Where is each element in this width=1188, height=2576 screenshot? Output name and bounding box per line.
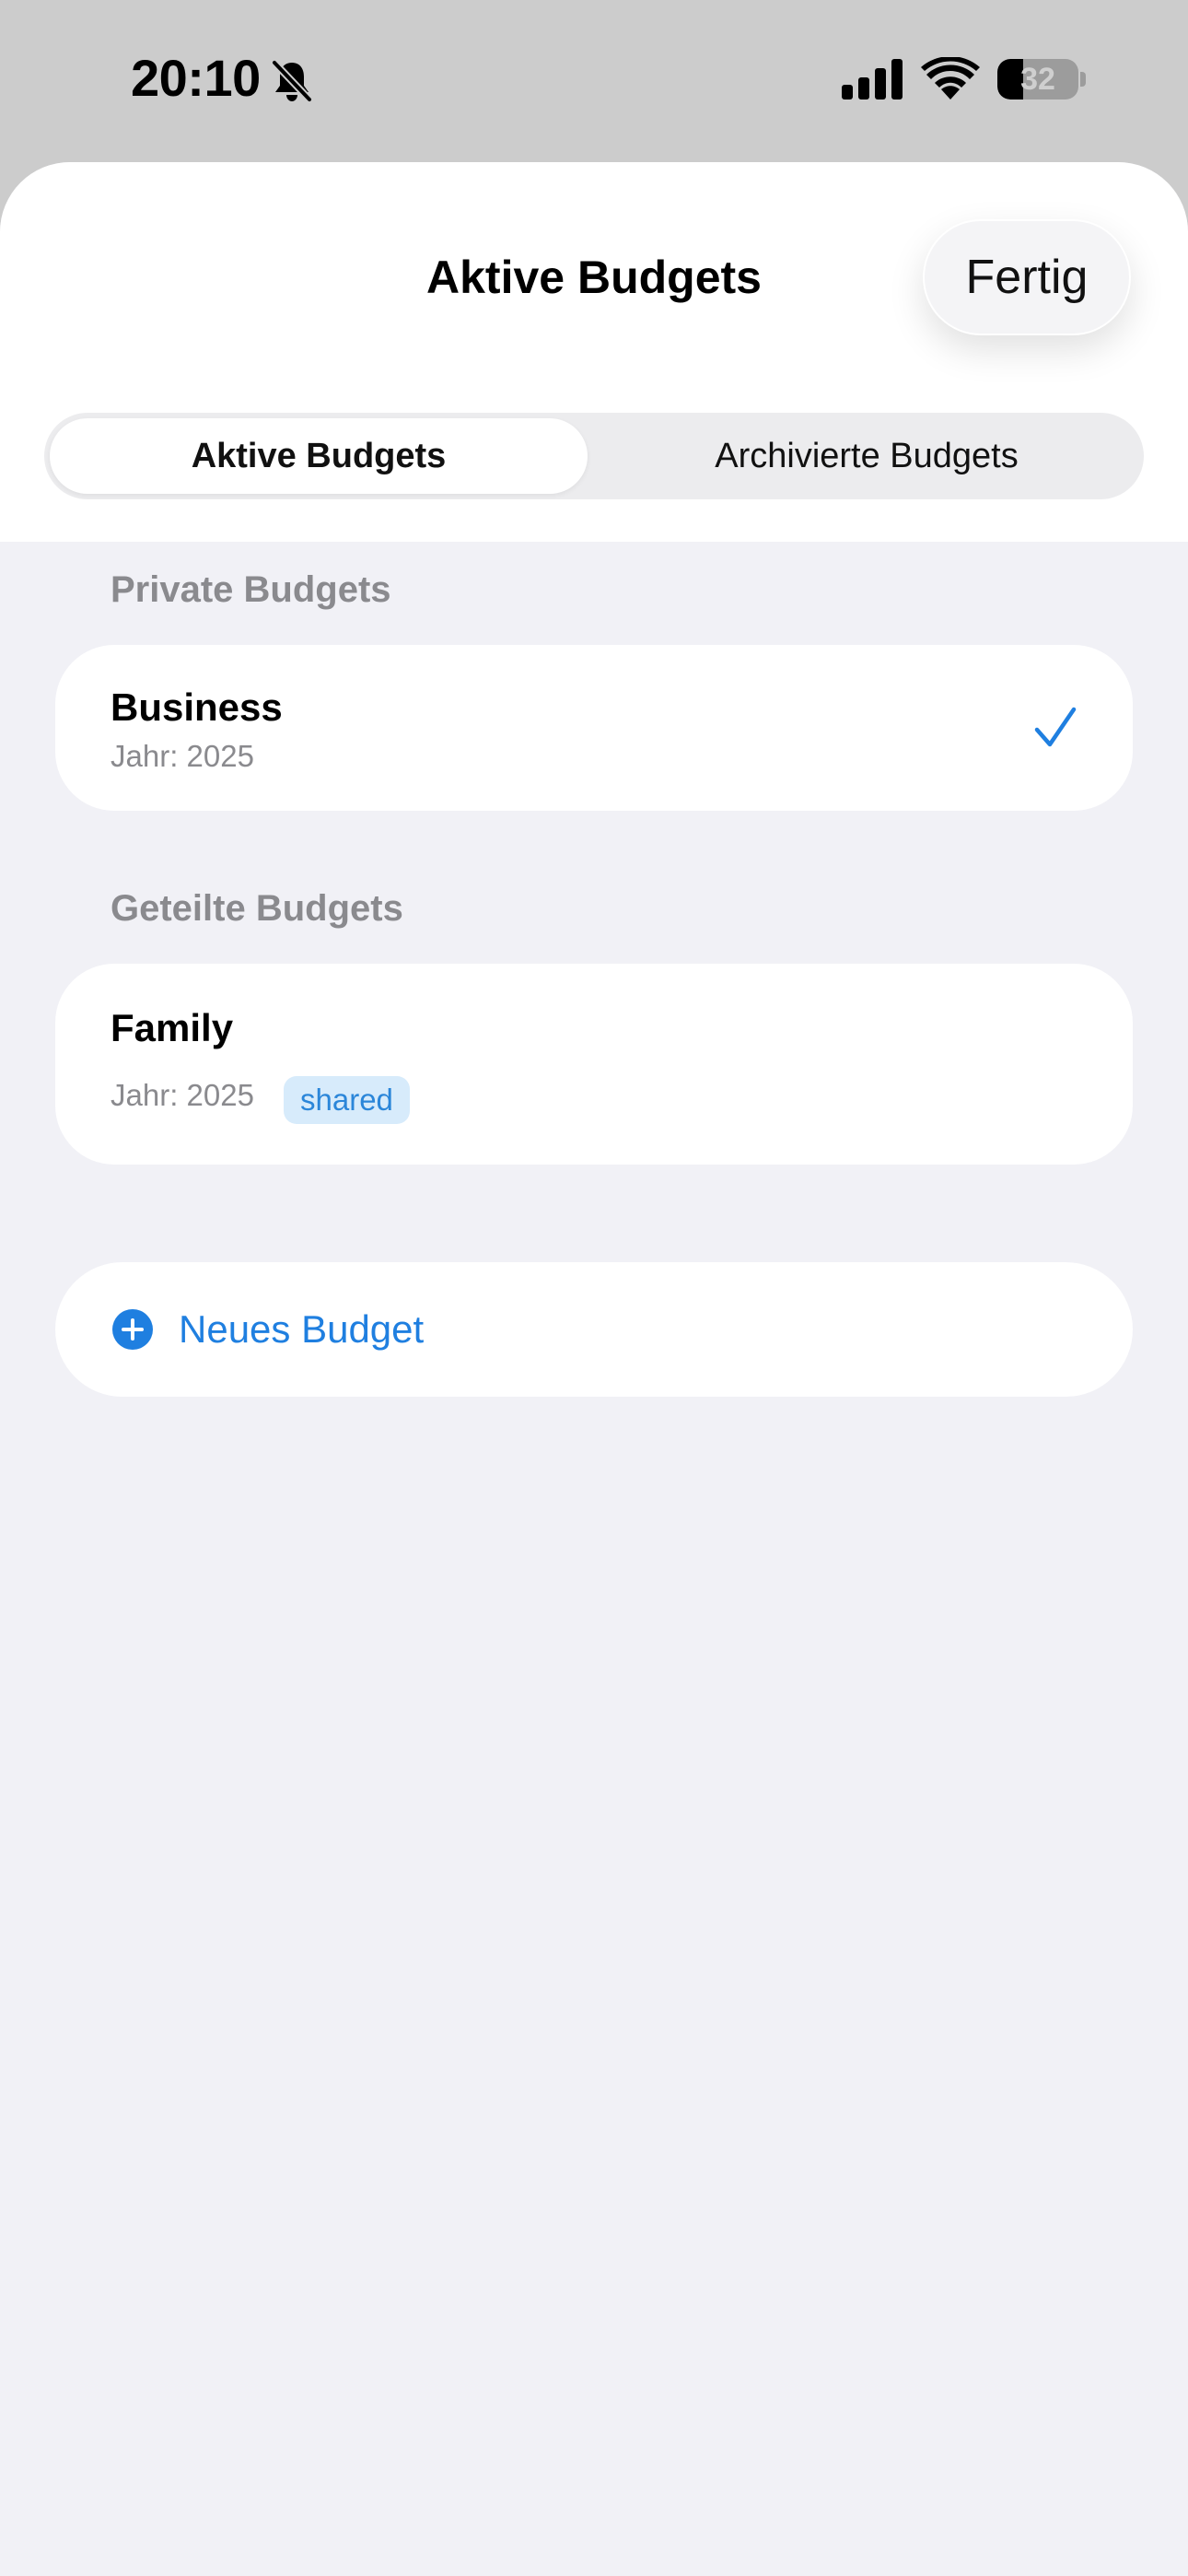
wifi-icon [921,57,980,100]
plus-circle-icon [112,1309,153,1350]
budget-item-family[interactable]: Family Jahr: 2025 shared [55,964,1133,1165]
budget-title: Family [111,1006,234,1049]
tab-archived-budgets[interactable]: Archivierte Budgets [597,413,1136,499]
signal-icon [842,59,903,100]
budget-year: Jahr: 2025 [111,739,254,773]
status-bar: 20:10 32 [0,0,1188,162]
sheet-header: Aktive Budgets Fertig Aktive Budgets Arc… [0,162,1188,542]
new-budget-button[interactable]: Neues Budget [55,1262,1133,1397]
shared-badge: shared [284,1076,410,1124]
tab-active-budgets[interactable]: Aktive Budgets [50,418,588,494]
segmented-control: Aktive Budgets Archivierte Budgets [44,413,1144,499]
new-budget-label: Neues Budget [179,1307,425,1351]
budget-item-business[interactable]: Business Jahr: 2025 [55,645,1133,811]
budget-year: Jahr: 2025 [111,1078,254,1112]
battery-icon: 32 [997,59,1078,100]
budget-title: Business [111,685,283,729]
checkmark-icon [1034,707,1077,747]
bell-slash-icon [271,59,313,103]
budget-sheet: Aktive Budgets Fertig Aktive Budgets Arc… [0,162,1188,2576]
done-button[interactable]: Fertig [923,219,1131,335]
status-time: 20:10 [131,49,261,107]
section-label-shared: Geteilte Budgets [111,888,403,929]
section-label-private: Private Budgets [111,569,391,610]
battery-level: 32 [1020,62,1055,97]
battery-cap [1080,72,1086,87]
